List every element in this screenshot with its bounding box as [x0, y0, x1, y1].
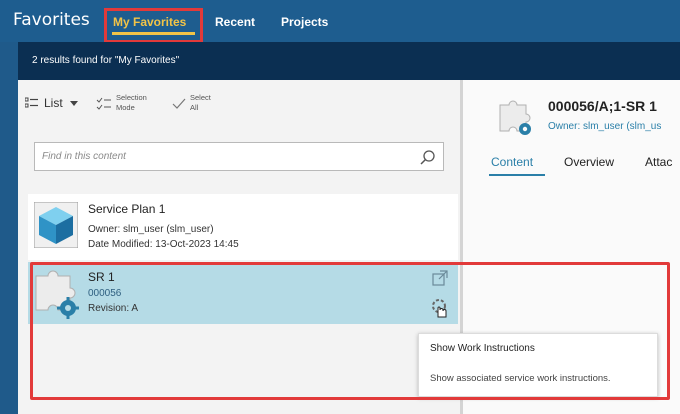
select-all-button[interactable]: Select All — [172, 90, 222, 116]
annotation-highlight-tab — [104, 8, 203, 43]
search-placeholder: Find in this content — [42, 151, 126, 162]
selection-mode-label-line1: Selection — [116, 93, 147, 102]
tab-content[interactable]: Content — [491, 155, 533, 169]
selection-mode-label-line2: Mode — [116, 103, 135, 112]
results-bar: 2 results found for "My Favorites" — [18, 42, 680, 80]
detail-title: 000056/A;1-SR 1 — [548, 98, 657, 114]
search-icon[interactable] — [420, 149, 436, 165]
list-item-service-plan[interactable]: Service Plan 1 Owner: slm_user (slm_user… — [28, 194, 458, 260]
checkmark-icon — [172, 98, 186, 109]
select-all-label-line1: Select — [190, 93, 211, 102]
list-label: List — [44, 96, 63, 110]
tab-overview[interactable]: Overview — [564, 155, 614, 169]
tab-attachments[interactable]: Attac — [645, 155, 672, 169]
puzzle-gear-icon — [499, 100, 531, 135]
checklist-icon — [96, 97, 111, 110]
tab-recent[interactable]: Recent — [215, 15, 255, 29]
selection-mode-button[interactable]: Selection Mode — [96, 90, 162, 116]
results-count-text: 2 results found for "My Favorites" — [32, 55, 180, 66]
annotation-highlight-box — [30, 262, 670, 400]
search-input[interactable]: Find in this content — [34, 142, 444, 171]
detail-owner: Owner: slm_user (slm_us — [548, 121, 662, 132]
chevron-down-icon — [70, 101, 78, 106]
item-date-modified: Date Modified: 13-Oct-2023 14:45 — [88, 239, 239, 250]
list-view-button[interactable]: List — [22, 92, 84, 114]
list-icon — [25, 97, 38, 108]
item-owner: Owner: slm_user (slm_user) — [88, 224, 214, 235]
cube-icon — [34, 202, 78, 248]
select-all-label-line2: All — [190, 103, 199, 112]
top-nav-bar — [0, 0, 680, 42]
active-tab-indicator — [489, 174, 545, 176]
item-title[interactable]: Service Plan 1 — [88, 202, 165, 216]
app-title: Favorites — [13, 10, 90, 30]
left-edge-strip — [0, 42, 18, 414]
tab-projects[interactable]: Projects — [281, 15, 328, 29]
